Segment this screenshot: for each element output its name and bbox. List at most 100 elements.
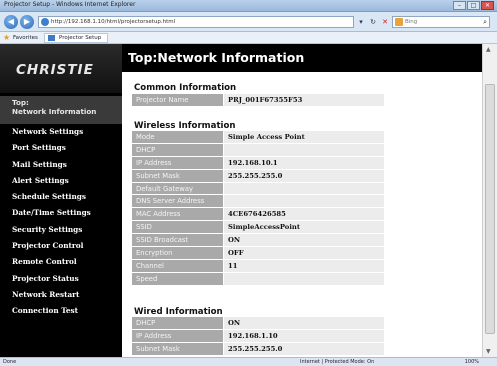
address-row: ◀ ▶ http://192.168.1.10/html/projectorse… (0, 12, 497, 32)
wireless-info-row: Mode Simple Access Point (132, 131, 384, 143)
common-info-value: PRJ_001F67355F53 (223, 94, 384, 106)
stop-icon[interactable]: ✕ (380, 16, 390, 28)
wireless-info-label: Channel (132, 259, 223, 272)
wireless-info-value: Simple Access Point (223, 131, 384, 143)
address-url: http://192.168.1.10/html/projectorsetup.… (51, 19, 176, 25)
window-controls: – □ ✕ (453, 1, 494, 10)
logo-text: CHRISTIE (16, 62, 94, 78)
wireless-info-label: SSID (132, 221, 223, 234)
back-icon[interactable]: ◀ (4, 15, 18, 29)
page-title: Top:Network Information (128, 50, 305, 65)
wireless-info-value (223, 182, 384, 195)
common-info-row: Projector Name PRJ_001F67355F53 (132, 94, 384, 106)
wired-info-row: Subnet Mask 255.255.255.0 (132, 342, 384, 355)
sidebar-item-remote-control[interactable]: Remote Control (0, 254, 122, 270)
sidebar-menu: Top: Network Information Network Setting… (0, 96, 122, 320)
sidebar-item-date-time-settings[interactable]: Date/Time Settings (0, 205, 122, 221)
scroll-thumb[interactable] (485, 84, 495, 334)
wired-info-value: 192.168.1.10 (223, 329, 384, 342)
address-bar[interactable]: http://192.168.1.10/html/projectorsetup.… (38, 16, 354, 28)
sidebar-item-top-network-information[interactable]: Top: Network Information (0, 96, 122, 124)
wired-info-label: IP Address (132, 329, 223, 342)
sidebar-item-mail-settings[interactable]: Mail Settings (0, 157, 122, 173)
common-info-label: Projector Name (132, 94, 223, 106)
wireless-info-row: SSID SimpleAccessPoint (132, 221, 384, 234)
ie-page-icon (41, 18, 49, 26)
minimize-icon[interactable]: – (453, 1, 466, 10)
wired-info-label: DHCP (132, 317, 223, 329)
page-scrollbar[interactable]: ▲ ▼ (482, 44, 497, 357)
wired-info-row: IP Address 192.168.1.10 (132, 329, 384, 342)
wireless-info-label: SSID Broadcast (132, 234, 223, 247)
wireless-info-label: IP Address (132, 156, 223, 169)
wireless-info-row: Speed (132, 272, 384, 285)
wireless-info-row: SSID Broadcast ON (132, 234, 384, 247)
zoom-level[interactable]: 100% (465, 359, 479, 365)
wireless-info-row: Encryption OFF (132, 247, 384, 259)
sidebar-item-connection-test[interactable]: Connection Test (0, 303, 122, 319)
window-title: Projector Setup - Windows Internet Explo… (4, 1, 136, 8)
browser-tab[interactable]: Projector Setup (44, 33, 109, 43)
wireless-info-value: OFF (223, 247, 384, 259)
address-tools: ▾ ↻ ✕ (356, 16, 390, 28)
favorites-button[interactable]: Favorites (13, 35, 38, 41)
wireless-info-value: 192.168.10.1 (223, 156, 384, 169)
wireless-info-value (223, 195, 384, 208)
page-header: Top:Network Information (122, 44, 482, 72)
wireless-info-label: DNS Server Address (132, 195, 223, 208)
sidebar-item-projector-control[interactable]: Projector Control (0, 238, 122, 254)
wireless-info-value: 4CE676426585 (223, 208, 384, 221)
sidebar-item-projector-status[interactable]: Projector Status (0, 271, 122, 287)
sidebar: CHRISTIE Top: Network Information Networ… (0, 44, 122, 357)
security-zone: Internet | Protected Mode: On (300, 359, 375, 365)
wireless-info-label: Subnet Mask (132, 169, 223, 182)
dropdown-icon[interactable]: ▾ (356, 16, 366, 28)
wireless-info-value: SimpleAccessPoint (223, 221, 384, 234)
wireless-info-label: Encryption (132, 247, 223, 259)
christie-logo: CHRISTIE (0, 44, 122, 93)
search-icon[interactable]: ⌕ (483, 17, 487, 27)
sidebar-item-alert-settings[interactable]: Alert Settings (0, 173, 122, 189)
close-icon[interactable]: ✕ (481, 1, 494, 10)
search-box[interactable]: Bing ⌕ (392, 16, 490, 28)
forward-icon[interactable]: ▶ (20, 15, 34, 29)
window-titlebar: Projector Setup - Windows Internet Explo… (0, 0, 497, 12)
wired-info-table: DHCP ON IP Address 192.168.1.10 Subnet Mask 2… (132, 316, 384, 356)
wireless-info-row: DHCP (132, 143, 384, 156)
wireless-info-value: 11 (223, 259, 384, 272)
wireless-info-label: MAC Address (132, 208, 223, 221)
favorites-star-icon[interactable]: ★ (3, 33, 10, 42)
favorites-bar: ★ Favorites Projector Setup (0, 32, 497, 44)
wired-info-value: 255.255.255.0 (223, 342, 384, 355)
scroll-up-icon[interactable]: ▲ (486, 46, 491, 53)
wireless-info-table: Mode Simple Access Point DHCP IP Address 192… (132, 130, 384, 286)
sidebar-item-security-settings[interactable]: Security Settings (0, 222, 122, 238)
status-bar: Done Internet | Protected Mode: On 100% (0, 357, 497, 366)
wired-info-label: Subnet Mask (132, 342, 223, 355)
wireless-info-value (223, 272, 384, 285)
wired-info-value: ON (223, 317, 384, 329)
wireless-info-row: DNS Server Address (132, 195, 384, 208)
wireless-info-label: Speed (132, 272, 223, 285)
sidebar-item-network-restart[interactable]: Network Restart (0, 287, 122, 303)
bing-icon (395, 18, 403, 26)
maximize-icon[interactable]: □ (467, 1, 480, 10)
sidebar-item-network-settings[interactable]: Network Settings (0, 124, 122, 140)
refresh-icon[interactable]: ↻ (368, 16, 378, 28)
wireless-info-row: Subnet Mask 255.255.255.0 (132, 169, 384, 182)
page-content: CHRISTIE Top: Network Information Networ… (0, 44, 497, 357)
sidebar-item-schedule-settings[interactable]: Schedule Settings (0, 189, 122, 205)
common-info-table: Projector Name PRJ_001F67355F53 (132, 93, 384, 107)
sidebar-item-port-settings[interactable]: Port Settings (0, 140, 122, 156)
scroll-down-icon[interactable]: ▼ (486, 348, 491, 355)
wireless-info-label: Mode (132, 131, 223, 143)
tab-page-icon (48, 35, 55, 41)
search-placeholder: Bing (405, 19, 418, 25)
wireless-info-value: ON (223, 234, 384, 247)
common-info-title: Common Information (134, 83, 237, 93)
tab-title: Projector Setup (59, 35, 102, 41)
wireless-info-row: MAC Address 4CE676426585 (132, 208, 384, 221)
main-panel: Top:Network Information Common Informati… (122, 44, 482, 357)
wireless-info-value: 255.255.255.0 (223, 169, 384, 182)
wired-info-row: DHCP ON (132, 317, 384, 329)
